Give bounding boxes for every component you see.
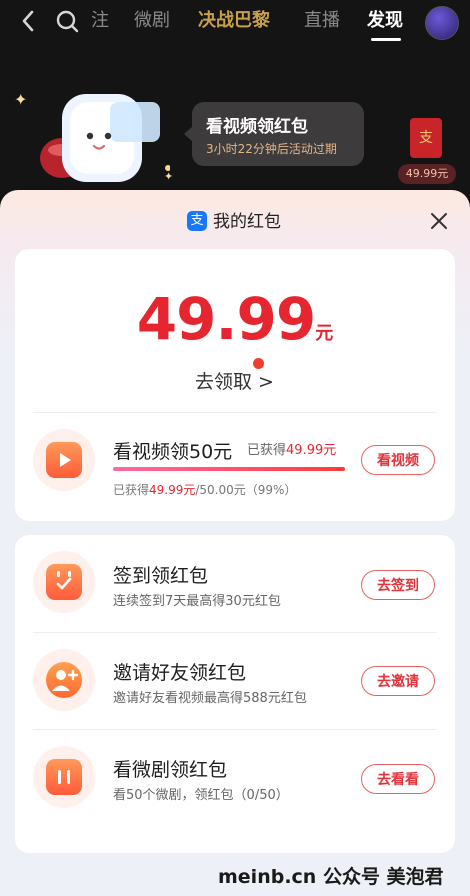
claim-link[interactable]: 去领取 > bbox=[195, 367, 274, 394]
promo-title: 看视频领红包 bbox=[206, 117, 308, 137]
task-title: 签到领红包 bbox=[113, 565, 209, 587]
divider bbox=[33, 729, 437, 730]
task-icon-wrap bbox=[33, 429, 95, 491]
divider bbox=[33, 412, 437, 413]
task-icon-wrap bbox=[33, 551, 95, 613]
red-envelope-icon[interactable]: 支 bbox=[410, 118, 442, 158]
top-nav: 注 微剧 决战巴黎 直播 发现 bbox=[0, 0, 470, 44]
task-title: 看微剧领红包 bbox=[113, 759, 228, 781]
promo-expiry: 3小时22分钟后活动过期 bbox=[206, 142, 337, 156]
divider bbox=[33, 632, 437, 633]
progress-suffix: /50.00元（99%） bbox=[195, 483, 297, 497]
calendar-check-icon bbox=[46, 564, 82, 600]
mascot-illustration bbox=[15, 84, 171, 194]
avatar[interactable] bbox=[425, 6, 459, 40]
progress-prefix: 已获得 bbox=[113, 483, 150, 497]
search-icon[interactable] bbox=[56, 10, 79, 33]
progress-value: 49.99元 bbox=[149, 483, 196, 497]
balance-amount: 49.99元 bbox=[15, 285, 455, 353]
video-progress-fill bbox=[113, 467, 345, 471]
red-packet-sheet: 支 我的红包 49.99元 去领取 > 看视频领50元 已获得49.99元 看视… bbox=[0, 190, 470, 896]
balance-card: 49.99元 去领取 > 看视频领50元 已获得49.99元 看视频 已获得49… bbox=[15, 249, 455, 521]
task-desc: 连续签到7天最高得30元红包 bbox=[113, 594, 281, 609]
tasks-card: 签到领红包 连续签到7天最高得30元红包 去签到 邀请好友领红包 邀请好友看视频… bbox=[15, 535, 455, 853]
balance-unit: 元 bbox=[315, 323, 334, 344]
task-icon-wrap bbox=[33, 746, 95, 808]
invite-button[interactable]: 去邀请 bbox=[361, 666, 435, 696]
sparkle-icon: ✦ bbox=[14, 90, 28, 109]
mini-amount-badge: 49.99元 bbox=[398, 164, 456, 184]
video-task-earned: 已获得49.99元 bbox=[247, 439, 336, 458]
balance-value: 49.99 bbox=[136, 285, 316, 353]
sheet-title: 我的红包 bbox=[213, 212, 281, 232]
task-icon-wrap bbox=[33, 649, 95, 711]
task-desc: 邀请好友看视频最高得588元红包 bbox=[113, 691, 307, 706]
tab-event[interactable]: 决战巴黎 bbox=[198, 10, 270, 32]
watermark-text: meinb.cn 公众号 美泡君 bbox=[218, 866, 444, 888]
promo-bubble[interactable]: 看视频领红包 3小时22分钟后活动过期 bbox=[184, 102, 364, 166]
close-icon[interactable] bbox=[428, 210, 450, 232]
back-arrow-icon[interactable] bbox=[18, 8, 40, 34]
tab-discover[interactable]: 发现 bbox=[367, 10, 403, 32]
video-task-title: 看视频领50元 bbox=[113, 441, 233, 463]
tab-follow[interactable]: 注 bbox=[91, 10, 109, 32]
add-user-icon bbox=[46, 662, 82, 698]
task-title: 邀请好友领红包 bbox=[113, 662, 247, 684]
earned-value: 49.99元 bbox=[286, 443, 337, 458]
earned-prefix: 已获得 bbox=[247, 443, 287, 458]
video-progress-text: 已获得49.99元/50.00元（99%） bbox=[113, 481, 296, 498]
check-in-button[interactable]: 去签到 bbox=[361, 570, 435, 600]
watch-drama-button[interactable]: 去看看 bbox=[361, 764, 435, 794]
video-progress-bar bbox=[113, 467, 345, 471]
alipay-icon: 支 bbox=[187, 211, 207, 231]
sparkle-icon: ✦ bbox=[164, 170, 174, 183]
short-drama-icon bbox=[46, 759, 82, 795]
task-desc: 看50个微剧，领红包（0/50） bbox=[113, 788, 289, 803]
play-video-icon bbox=[46, 442, 82, 478]
tab-live[interactable]: 直播 bbox=[304, 10, 340, 32]
watch-video-button[interactable]: 看视频 bbox=[361, 445, 435, 475]
tab-short-drama[interactable]: 微剧 bbox=[134, 10, 170, 32]
notification-dot bbox=[253, 358, 264, 369]
active-tab-indicator bbox=[371, 38, 401, 41]
